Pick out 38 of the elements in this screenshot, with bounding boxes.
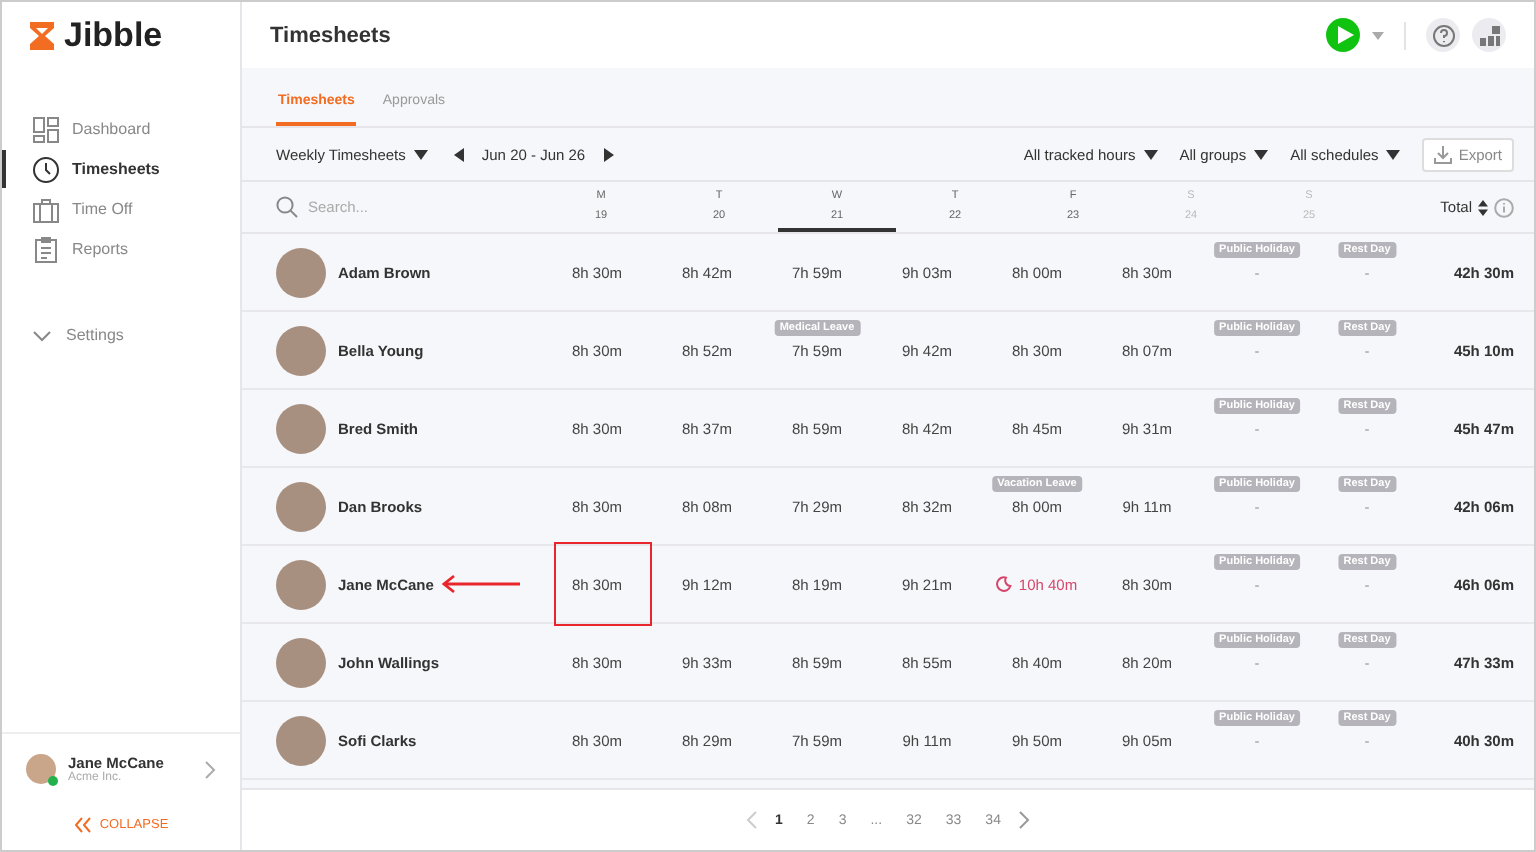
- suitcase-icon: [32, 195, 60, 223]
- next-page-icon[interactable]: [1018, 810, 1031, 830]
- hourglass-logo-icon: [26, 20, 58, 52]
- chevron-right-icon: [204, 759, 216, 779]
- caret-down-icon: [1254, 149, 1269, 159]
- dashboard-icon: [32, 115, 60, 143]
- caret-down-icon: [413, 149, 428, 159]
- search-icon: [276, 196, 298, 218]
- play-icon: [1337, 26, 1353, 44]
- avatar: [276, 325, 326, 375]
- avatar: [276, 715, 326, 765]
- caret-down-icon[interactable]: [1372, 31, 1384, 39]
- play-button[interactable]: [1326, 18, 1360, 52]
- clipboard-icon: [32, 235, 60, 263]
- avatar: [276, 247, 326, 297]
- user-avatar: [26, 754, 56, 784]
- settings-item[interactable]: Settings: [2, 326, 240, 344]
- sort-icon[interactable]: [1478, 199, 1488, 215]
- help-button[interactable]: [1426, 18, 1460, 52]
- download-icon: [1434, 145, 1453, 163]
- clock-icon: [32, 155, 60, 183]
- previous-week-icon[interactable]: [453, 147, 464, 161]
- app-logo: Jibble: [64, 16, 163, 56]
- nav-item[interactable]: Time Off: [2, 190, 240, 228]
- double-chevron-left-icon: [73, 816, 92, 834]
- avatar: [276, 637, 326, 687]
- avatar: [276, 559, 326, 609]
- moon-icon: [996, 576, 1013, 592]
- caret-down-icon: [1386, 149, 1401, 159]
- chevron-down-icon: [32, 329, 52, 341]
- avatar: [276, 481, 326, 531]
- next-week-icon[interactable]: [603, 147, 614, 161]
- nav-item[interactable]: Reports: [2, 230, 240, 268]
- nav-item[interactable]: Dashboard: [2, 110, 240, 148]
- avatar: [276, 403, 326, 453]
- org-chart-button[interactable]: [1472, 18, 1506, 52]
- page-title: Timesheets: [270, 23, 391, 47]
- caret-down-icon: [1143, 149, 1158, 159]
